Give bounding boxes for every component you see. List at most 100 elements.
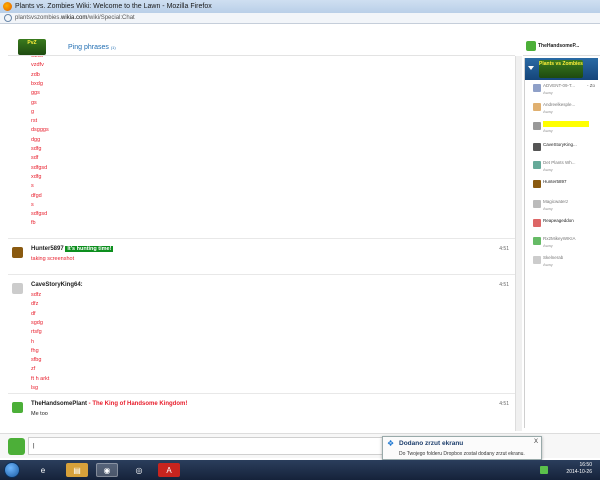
sidebar-user[interactable]: CaveStoryKing... (531, 141, 598, 156)
message-line: rst (31, 118, 38, 125)
sidebar-user[interactable]: Away (531, 120, 598, 135)
chrome-icon[interactable]: ◎ (128, 463, 150, 477)
current-user-box[interactable]: TheHandsomeP... (523, 36, 600, 56)
user-tagline: - The King of Handsome Kingdom! (87, 401, 188, 407)
notification-title: Dodano zrzut ekranu (399, 440, 464, 447)
sidebar-user[interactable]: ADVENT-09-T... - Zo Away (531, 82, 598, 97)
system-tray[interactable]: 16:50 2014-10-26 (540, 462, 600, 478)
user-avatar[interactable] (12, 402, 23, 413)
sidebar-user-status: Away (543, 167, 553, 172)
message-line: xdfg (31, 173, 42, 180)
dropbox-icon: ❖ (387, 439, 395, 448)
ping-phrases-link[interactable]: Ping phrases (1) (68, 44, 116, 51)
chat-header: PvZ Ping phrases (1) (8, 36, 515, 56)
dropbox-tray-icon[interactable] (540, 466, 548, 474)
sidebar-user-avatar (533, 237, 541, 245)
message-line: h (31, 338, 35, 345)
message-line: vzdfv (31, 62, 44, 69)
dropbox-notification[interactable]: ❖ Dodano zrzut ekranu Do Twojego folderu… (382, 436, 542, 460)
sidebar-user-name: Rx2MikeyWIKIA (543, 236, 576, 241)
message-author[interactable]: TheHandsomePlant - The King of Handsome … (31, 401, 187, 407)
acrobat-icon[interactable]: A (158, 463, 180, 477)
address-bar[interactable]: plantsvszombies.wikia.com/wiki/Special:C… (0, 13, 600, 24)
message-line: sdfgsd (31, 211, 48, 218)
message-author[interactable]: Hunter5897 It's hunting time! (31, 246, 114, 252)
sidebar-user-avatar (533, 161, 541, 169)
current-user-name: TheHandsomeP... (538, 42, 580, 49)
window-titlebar: Plants vs. Zombies Wiki: Welcome to the … (0, 0, 600, 13)
sidebar-user-avatar (533, 103, 541, 111)
globe-icon (4, 14, 12, 22)
message-separator (8, 393, 515, 394)
notification-body: Do Twojego folderu Dropbox został dodany… (399, 451, 525, 457)
sidebar-user-name: ADVENT-09-T... (543, 83, 576, 88)
sidebar-user[interactable]: Magicwaterz Away (531, 198, 598, 213)
user-avatar[interactable] (12, 283, 23, 294)
sidebar-user-status: Away (543, 206, 553, 211)
sidebar-user[interactable]: Det Plants Wh... Away (531, 159, 598, 174)
sidebar-user-name (543, 121, 589, 127)
close-icon[interactable]: X (534, 439, 538, 445)
collapse-arrow-icon[interactable] (528, 66, 534, 70)
explorer-icon[interactable]: ▤ (66, 463, 88, 477)
message-line: sfbg (31, 357, 42, 364)
message-line: dfz (31, 301, 39, 308)
user-avatar[interactable] (12, 247, 23, 258)
sidebar-user-avatar (533, 219, 541, 227)
url-text[interactable]: plantsvszombies.wikia.com/wiki/Special:C… (15, 15, 135, 21)
message-line: bxdg (31, 80, 43, 87)
sidebar-user[interactable]: Rx2MikeyWIKIA Away (531, 235, 598, 250)
message-line: sdf (31, 155, 39, 162)
message-line: gs (31, 99, 37, 106)
message-line: rtsfg (31, 329, 42, 336)
message-line: dgg (31, 136, 41, 143)
message-line: g (31, 108, 35, 115)
start-button[interactable] (4, 462, 20, 478)
user-list-sidebar: Plants vs Zombies ADVENT-09-T... - Zo Away… (524, 58, 598, 428)
sidebar-user[interactable]: Andreelkesple... Away (531, 101, 598, 116)
user-badge: It's hunting time! (65, 246, 114, 252)
message-line: s (31, 183, 34, 190)
message-separator (8, 238, 515, 239)
sidebar-user-name: Reapeageddon (543, 218, 574, 223)
message-line: ft h arkt (31, 375, 50, 382)
message-line: dsgggs (31, 127, 49, 134)
sidebar-user-extra: - Zo (587, 83, 596, 88)
chat-scrollbar[interactable] (515, 56, 522, 431)
my-avatar (8, 438, 25, 455)
chat-log: wzdv vzdfv zdb bxdg ggs gs g rst dsgggs dgg sdfg sd… (8, 56, 515, 431)
message-line: fb (31, 220, 36, 227)
message-time: 4:51 (499, 401, 509, 407)
sidebar-user[interactable]: Hunter5897 (531, 178, 598, 193)
message-line: sdfgsd (31, 164, 48, 171)
sidebar-user[interactable]: Reapeageddon (531, 217, 598, 232)
message-line: dfgd (31, 192, 42, 199)
author-name: Hunter5897 (31, 246, 64, 252)
firefox-taskbar-icon[interactable]: ◉ (96, 463, 118, 477)
sidebar-user-avatar (533, 180, 541, 188)
author-name: CaveStoryKing64: (31, 282, 83, 288)
message-line: zf (31, 366, 36, 373)
sidebar-user-status: Away (543, 109, 553, 114)
sidebar-user-avatar (533, 256, 541, 264)
message-line: ggs (31, 90, 40, 97)
firefox-icon (3, 2, 12, 11)
ie-icon[interactable]: e (32, 463, 54, 477)
sidebar-user-status: Away (543, 90, 553, 95)
sidebar-user[interactable]: Skelnerab Away (531, 254, 598, 269)
sidebar-logo-bar: Plants vs Zombies (525, 58, 598, 80)
sidebar-user-name: Magicwaterz (543, 199, 569, 204)
message-time: 4:51 (499, 282, 509, 288)
message-separator (8, 274, 515, 275)
sidebar-user-status: Away (543, 243, 553, 248)
message-author[interactable]: CaveStoryKing64: (31, 282, 83, 288)
message-line: sgdg (31, 319, 43, 326)
sidebar-user-avatar (533, 122, 541, 130)
sidebar-user-status: Away (543, 128, 553, 133)
wiki-logo[interactable]: PvZ (18, 39, 46, 55)
window-title: Plants vs. Zombies Wiki: Welcome to the … (15, 3, 212, 10)
wiki-logo-large: Plants vs Zombies (539, 60, 583, 78)
message-line: lsg (31, 385, 39, 391)
author-name: TheHandsomePlant (31, 401, 88, 407)
message-line: zdb (31, 71, 40, 78)
